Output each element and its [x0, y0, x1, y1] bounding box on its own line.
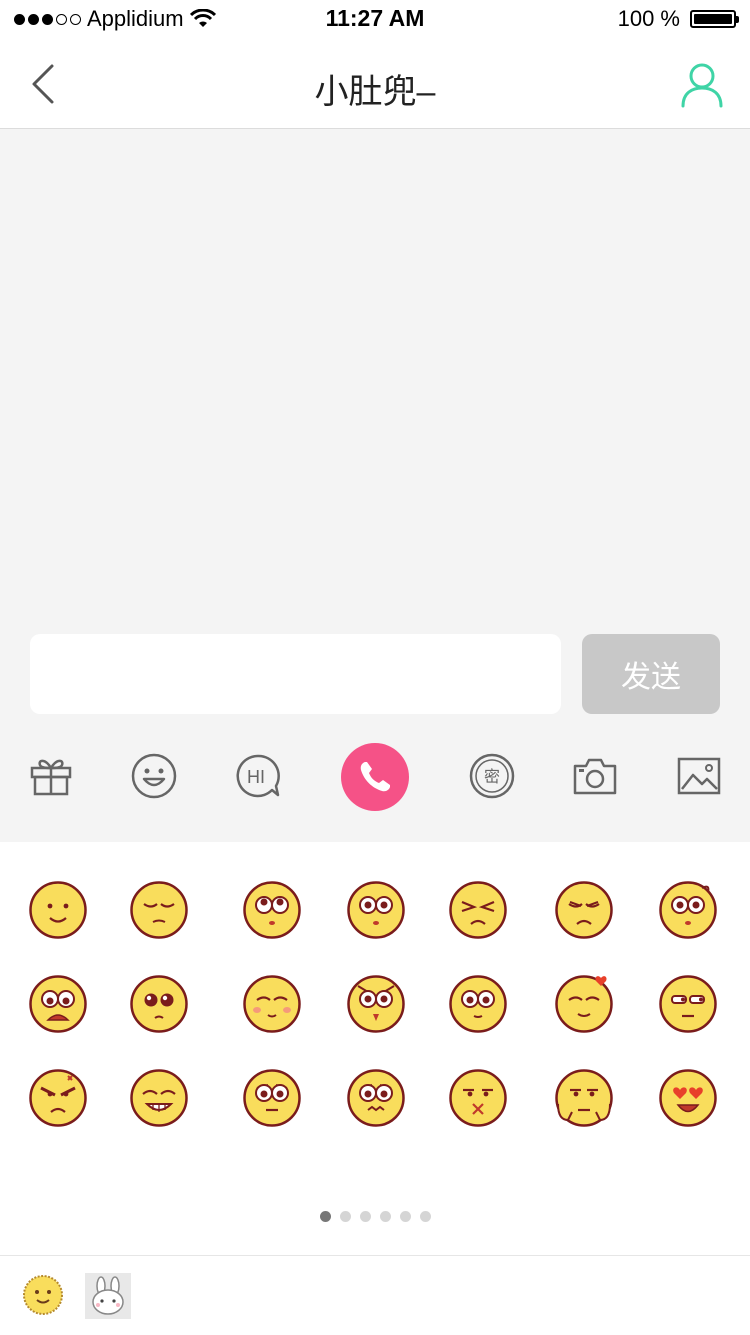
page-dot[interactable] — [359, 1211, 371, 1222]
page-dot[interactable] — [379, 1211, 391, 1222]
emoji-tab[interactable] — [22, 1274, 64, 1316]
svg-text:密: 密 — [484, 767, 500, 786]
emoji-button[interactable] — [119, 741, 189, 811]
image-icon — [677, 757, 721, 795]
hug-face-icon — [555, 1069, 613, 1127]
nervous-face-icon — [347, 1069, 405, 1127]
chat-area: 发送 HI 密 — [0, 129, 750, 842]
emoji-smirk[interactable] — [658, 974, 718, 1034]
bunny-sticker-tab[interactable] — [85, 1273, 131, 1319]
sad-face-icon — [555, 881, 613, 939]
photo-album-button[interactable] — [664, 741, 734, 811]
emoji-panel — [0, 843, 750, 1255]
angry-face-icon — [29, 1069, 87, 1127]
page-dot[interactable] — [319, 1211, 331, 1222]
emoji-love[interactable] — [554, 974, 614, 1034]
eyes-up-face-icon — [243, 881, 301, 939]
secret-message-button[interactable]: 密 — [457, 741, 527, 811]
emoji-sleepy[interactable] — [129, 880, 189, 940]
emoji-stare[interactable] — [346, 880, 406, 940]
camera-button[interactable] — [560, 741, 630, 811]
worried-face-icon — [243, 1069, 301, 1127]
camera-icon — [573, 758, 617, 795]
blush-face-icon — [243, 975, 301, 1033]
emoji-grin[interactable] — [129, 1068, 189, 1128]
confused-face-icon — [659, 881, 717, 939]
love-face-icon — [555, 975, 613, 1033]
heart-eyes-face-icon — [659, 1069, 717, 1127]
user-icon — [681, 63, 723, 108]
stare-face-icon — [347, 881, 405, 939]
smile-face-icon — [29, 881, 87, 939]
greeting-button[interactable]: HI — [223, 741, 293, 811]
sleepy-face-icon — [130, 881, 188, 939]
profile-button[interactable] — [680, 62, 724, 108]
battery-icon — [690, 10, 739, 28]
emoji-smile[interactable] — [28, 880, 88, 940]
page-dot[interactable] — [419, 1211, 431, 1222]
emoji-confused[interactable] — [658, 880, 718, 940]
shocked-face-icon — [29, 975, 87, 1033]
page-dot[interactable] — [399, 1211, 411, 1222]
nav-bar: 小肚兜– — [0, 40, 750, 129]
emoji-angry[interactable] — [28, 1068, 88, 1128]
emoji-category-bar — [0, 1255, 750, 1335]
emoji-hug[interactable] — [554, 1068, 614, 1128]
bunny-icon — [92, 1276, 124, 1315]
phone-call-icon — [360, 762, 390, 792]
voice-call-button[interactable] — [341, 743, 409, 811]
emoji-dizzy[interactable] — [448, 974, 508, 1034]
emoji-x-mouth[interactable] — [448, 1068, 508, 1128]
page-indicator — [0, 1211, 750, 1222]
emoji-eyes-up[interactable] — [242, 880, 302, 940]
page-dot[interactable] — [339, 1211, 351, 1222]
message-input[interactable] — [30, 634, 561, 714]
emoji-face-icon — [23, 1275, 63, 1315]
x-mouth-face-icon — [449, 1069, 507, 1127]
battery-percent: 100 % — [617, 6, 680, 31]
page-title: 小肚兜– — [314, 73, 436, 111]
emoji-squint[interactable] — [448, 880, 508, 940]
emoji-owl[interactable] — [346, 974, 406, 1034]
emoji-sad[interactable] — [554, 880, 614, 940]
sparkle-eyes-face-icon — [130, 975, 188, 1033]
gift-icon — [30, 759, 72, 796]
emoji-sparkle-eyes[interactable] — [129, 974, 189, 1034]
owl-face-icon — [347, 975, 405, 1033]
grin-face-icon — [130, 1069, 188, 1127]
smirk-face-icon — [659, 975, 717, 1033]
emoji-nervous[interactable] — [346, 1068, 406, 1128]
emoji-heart-eyes[interactable] — [658, 1068, 718, 1128]
emoji-shocked[interactable] — [28, 974, 88, 1034]
smiley-icon — [131, 753, 177, 799]
status-bar: Applidium 11:27 AM 100 % — [0, 0, 750, 40]
dizzy-face-icon — [449, 975, 507, 1033]
emoji-blush[interactable] — [242, 974, 302, 1034]
hi-bubble-icon: HI — [236, 754, 280, 798]
secret-stamp-icon: 密 — [469, 753, 515, 799]
svg-text:HI: HI — [247, 767, 265, 787]
gift-button[interactable] — [16, 741, 86, 811]
squint-face-icon — [449, 881, 507, 939]
send-button[interactable]: 发送 — [582, 634, 720, 714]
emoji-worried[interactable] — [242, 1068, 302, 1128]
